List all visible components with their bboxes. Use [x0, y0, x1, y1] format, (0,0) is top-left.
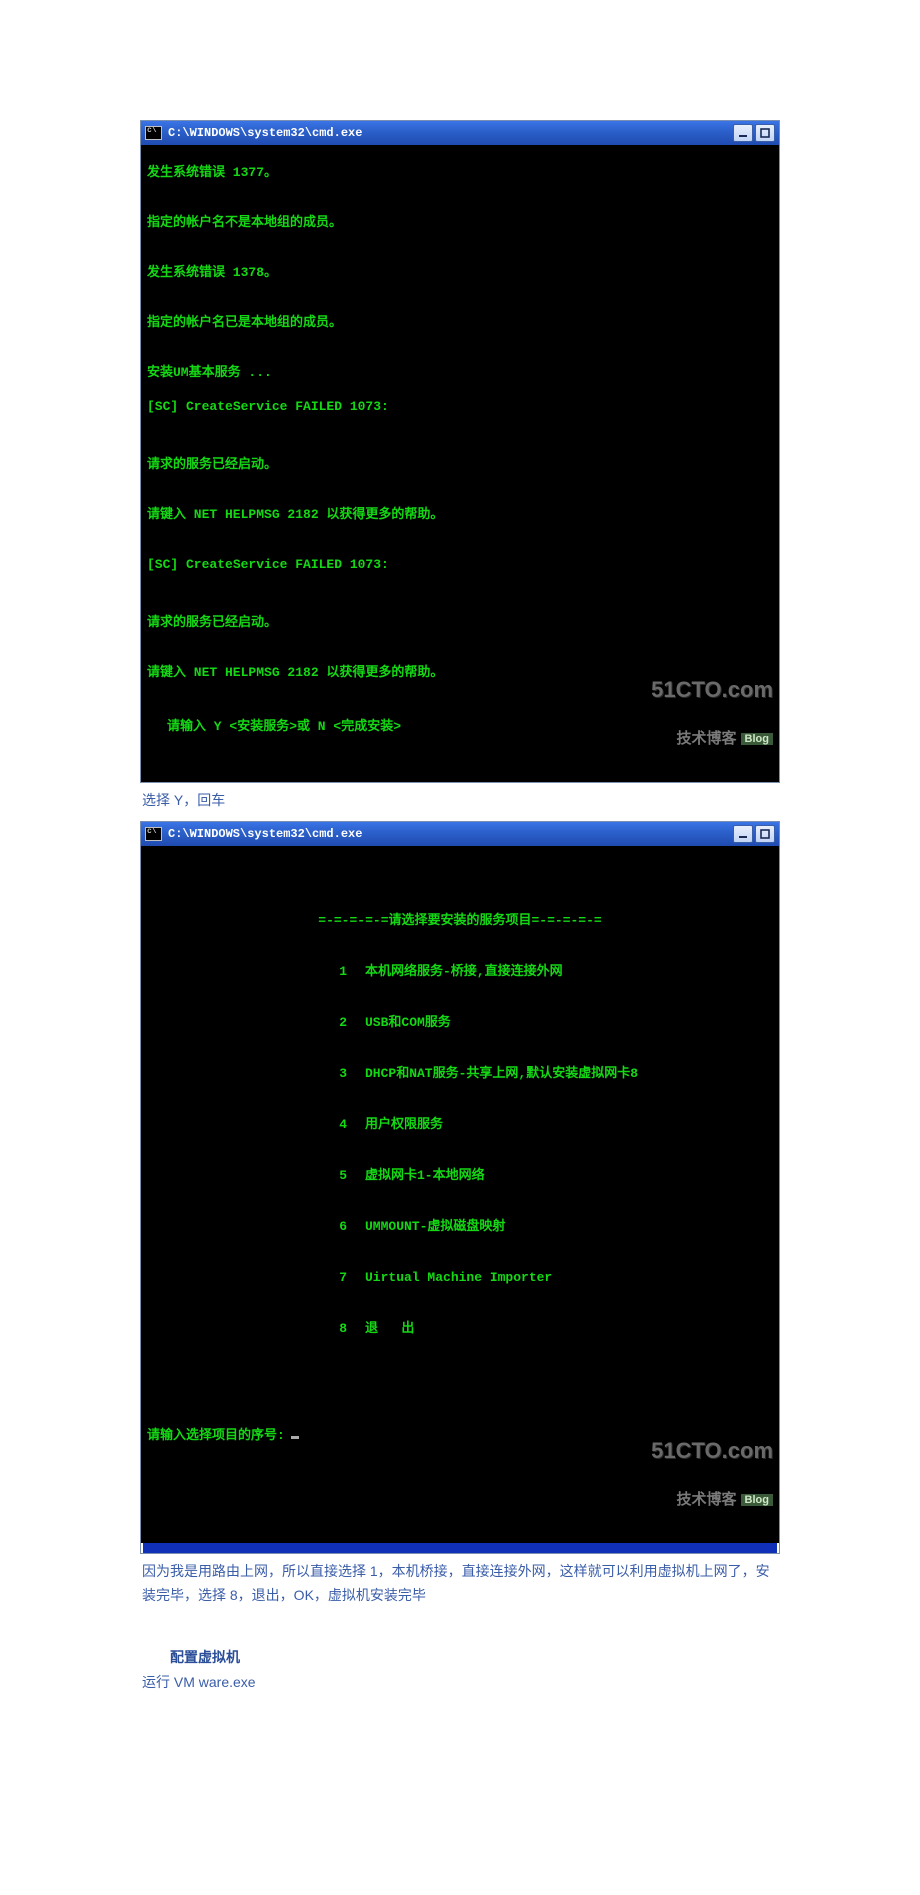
- output-line: [SC] CreateService FAILED 1073:: [147, 558, 773, 571]
- maximize-button[interactable]: [755, 825, 775, 843]
- maximize-button[interactable]: [755, 124, 775, 142]
- titlebar[interactable]: c\ C:\WINDOWS\system32\cmd.exe: [141, 822, 779, 846]
- window-title: C:\WINDOWS\system32\cmd.exe: [168, 828, 727, 840]
- output-line: 指定的帐户名不是本地组的成员。: [147, 216, 773, 229]
- console-bottom-strip: [143, 1543, 777, 1553]
- watermark-line1: 51CTO.com: [651, 1439, 773, 1463]
- cmd-window-2: c\ C:\WINDOWS\system32\cmd.exe =-=-=-=-=…: [140, 821, 780, 1554]
- output-line: 安装UM基本服务 ...: [147, 366, 773, 379]
- window-title: C:\WINDOWS\system32\cmd.exe: [168, 127, 727, 139]
- output-line: 请键入 NET HELPMSG 2182 以获得更多的帮助。: [147, 666, 773, 679]
- watermark-line2: 技术博客Blog: [651, 731, 773, 748]
- cmd-window-1: c\ C:\WINDOWS\system32\cmd.exe 发生系统错误 13…: [140, 120, 780, 783]
- menu-num: 5: [147, 1169, 365, 1182]
- menu-num: 2: [147, 1016, 365, 1029]
- titlebar[interactable]: c\ C:\WINDOWS\system32\cmd.exe: [141, 121, 779, 145]
- menu-num: 3: [147, 1067, 365, 1080]
- console-output: =-=-=-=-=请选择要安装的服务项目=-=-=-=-= 1本机网络服务-桥接…: [141, 846, 779, 1543]
- menu-item: 6UMMOUNT-虚拟磁盘映射: [147, 1220, 773, 1233]
- menu-label: UMMOUNT-虚拟磁盘映射: [365, 1220, 773, 1233]
- menu-label: 本机网络服务-桥接,直接连接外网: [365, 965, 773, 978]
- minimize-button[interactable]: [733, 825, 753, 843]
- content-column: c\ C:\WINDOWS\system32\cmd.exe 发生系统错误 13…: [140, 120, 780, 1695]
- menu-num: 7: [147, 1271, 365, 1284]
- menu-item: 2USB和COM服务: [147, 1016, 773, 1029]
- menu-item: 5虚拟网卡1-本地网络: [147, 1169, 773, 1182]
- menu-item: 7Uirtual Machine Importer: [147, 1271, 773, 1284]
- menu-item: 4用户权限服务: [147, 1118, 773, 1131]
- watermark-line1: 51CTO.com: [651, 678, 773, 702]
- cmd-icon: c\: [145, 827, 162, 841]
- menu-num: 8: [147, 1322, 365, 1335]
- menu-item: 3DHCP和NAT服务-共享上网,默认安装虚拟网卡8: [147, 1067, 773, 1080]
- output-line: 请键入 NET HELPMSG 2182 以获得更多的帮助。: [147, 508, 773, 521]
- output-line: 发生系统错误 1378。: [147, 266, 773, 279]
- menu-item: 1本机网络服务-桥接,直接连接外网: [147, 965, 773, 978]
- window-buttons: [733, 825, 775, 843]
- output-line: 发生系统错误 1377。: [147, 166, 773, 179]
- output-line: 请求的服务已经启动。: [147, 458, 773, 471]
- menu-num: 6: [147, 1220, 365, 1233]
- output-prompt: 请输入 Y <安装服务>或 N <完成安装>: [147, 720, 773, 733]
- minimize-button[interactable]: [733, 124, 753, 142]
- body-text: 运行 VM ware.exe: [142, 1671, 778, 1695]
- console-output: 发生系统错误 1377。 指定的帐户名不是本地组的成员。 发生系统错误 1378…: [141, 145, 779, 782]
- menu-item: 8退 出: [147, 1322, 773, 1335]
- menu-label: DHCP和NAT服务-共享上网,默认安装虚拟网卡8: [365, 1067, 773, 1080]
- output-line: 指定的帐户名已是本地组的成员。: [147, 316, 773, 329]
- menu-header: =-=-=-=-=请选择要安装的服务项目=-=-=-=-=: [147, 914, 773, 927]
- install-menu: =-=-=-=-=请选择要安装的服务项目=-=-=-=-= 1本机网络服务-桥接…: [147, 888, 773, 1367]
- input-prompt[interactable]: 请输入选择项目的序号:: [147, 1429, 773, 1442]
- caption-text: 因为我是用路由上网，所以直接选择 1，本机桥接，直接连接外网，这样就可以利用虚拟…: [142, 1560, 778, 1608]
- menu-label: USB和COM服务: [365, 1016, 773, 1029]
- document-page: c\ C:\WINDOWS\system32\cmd.exe 发生系统错误 13…: [0, 0, 920, 1895]
- window-buttons: [733, 124, 775, 142]
- caption-text: 选择 Y，回车: [142, 789, 778, 813]
- cursor: [291, 1436, 299, 1439]
- menu-label: 用户权限服务: [365, 1118, 773, 1131]
- menu-label: 退 出: [365, 1322, 773, 1335]
- section-heading: 配置虚拟机: [170, 1647, 778, 1667]
- menu-num: 4: [147, 1118, 365, 1131]
- output-line: [SC] CreateService FAILED 1073:: [147, 400, 773, 413]
- menu-label: Uirtual Machine Importer: [365, 1271, 773, 1284]
- output-line: 请求的服务已经启动。: [147, 616, 773, 629]
- cmd-icon: c\: [145, 126, 162, 140]
- menu-label: 虚拟网卡1-本地网络: [365, 1169, 773, 1182]
- menu-num: 1: [147, 965, 365, 978]
